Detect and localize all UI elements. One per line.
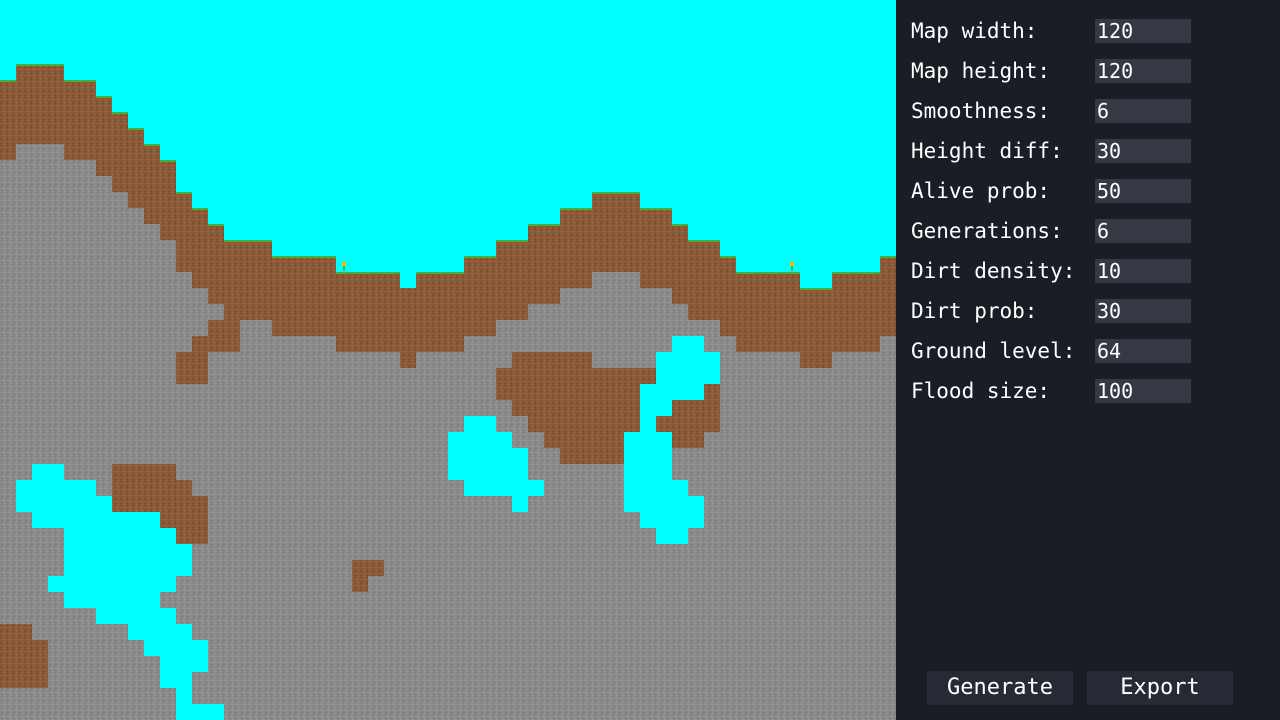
ground-level-label: Ground level: [911,339,1076,363]
generations-label: Generations: [911,219,1063,243]
smoothness-label: Smoothness: [911,99,1051,123]
generations-input[interactable] [1095,219,1191,243]
generate-button[interactable]: Generate [927,671,1073,705]
map-height-label: Map height: [911,59,1051,83]
smoothness-input[interactable] [1095,99,1191,123]
map-width-label: Map width: [911,19,1038,43]
dirt-density-label: Dirt density: [911,259,1076,283]
dirt-prob-input[interactable] [1095,299,1191,323]
height-diff-label: Height diff: [911,139,1063,163]
param-row-alive-prob: Alive prob: [911,179,1211,203]
alive-prob-label: Alive prob: [911,179,1051,203]
param-row-smoothness: Smoothness: [911,99,1211,123]
map-height-input[interactable] [1095,59,1191,83]
dirt-density-input[interactable] [1095,259,1191,283]
export-button[interactable]: Export [1087,671,1233,705]
ground-level-input[interactable] [1095,339,1191,363]
param-row-ground-level: Ground level: [911,339,1211,363]
flood-size-label: Flood size: [911,379,1051,403]
param-row-map-height: Map height: [911,59,1211,83]
param-row-generations: Generations: [911,219,1211,243]
param-row-dirt-density: Dirt density: [911,259,1211,283]
height-diff-input[interactable] [1095,139,1191,163]
map-width-input[interactable] [1095,19,1191,43]
dirt-prob-label: Dirt prob: [911,299,1038,323]
flood-size-input[interactable] [1095,379,1191,403]
settings-panel: Map width: Map height: Smoothness: Heigh… [896,0,1280,720]
terrain-map[interactable] [0,0,896,720]
param-row-height-diff: Height diff: [911,139,1211,163]
map-viewport[interactable] [0,0,896,720]
param-row-flood-size: Flood size: [911,379,1211,403]
param-row-map-width: Map width: [911,19,1211,43]
param-row-dirt-prob: Dirt prob: [911,299,1211,323]
alive-prob-input[interactable] [1095,179,1191,203]
terrain-generator-app: Map width: Map height: Smoothness: Heigh… [0,0,1280,720]
